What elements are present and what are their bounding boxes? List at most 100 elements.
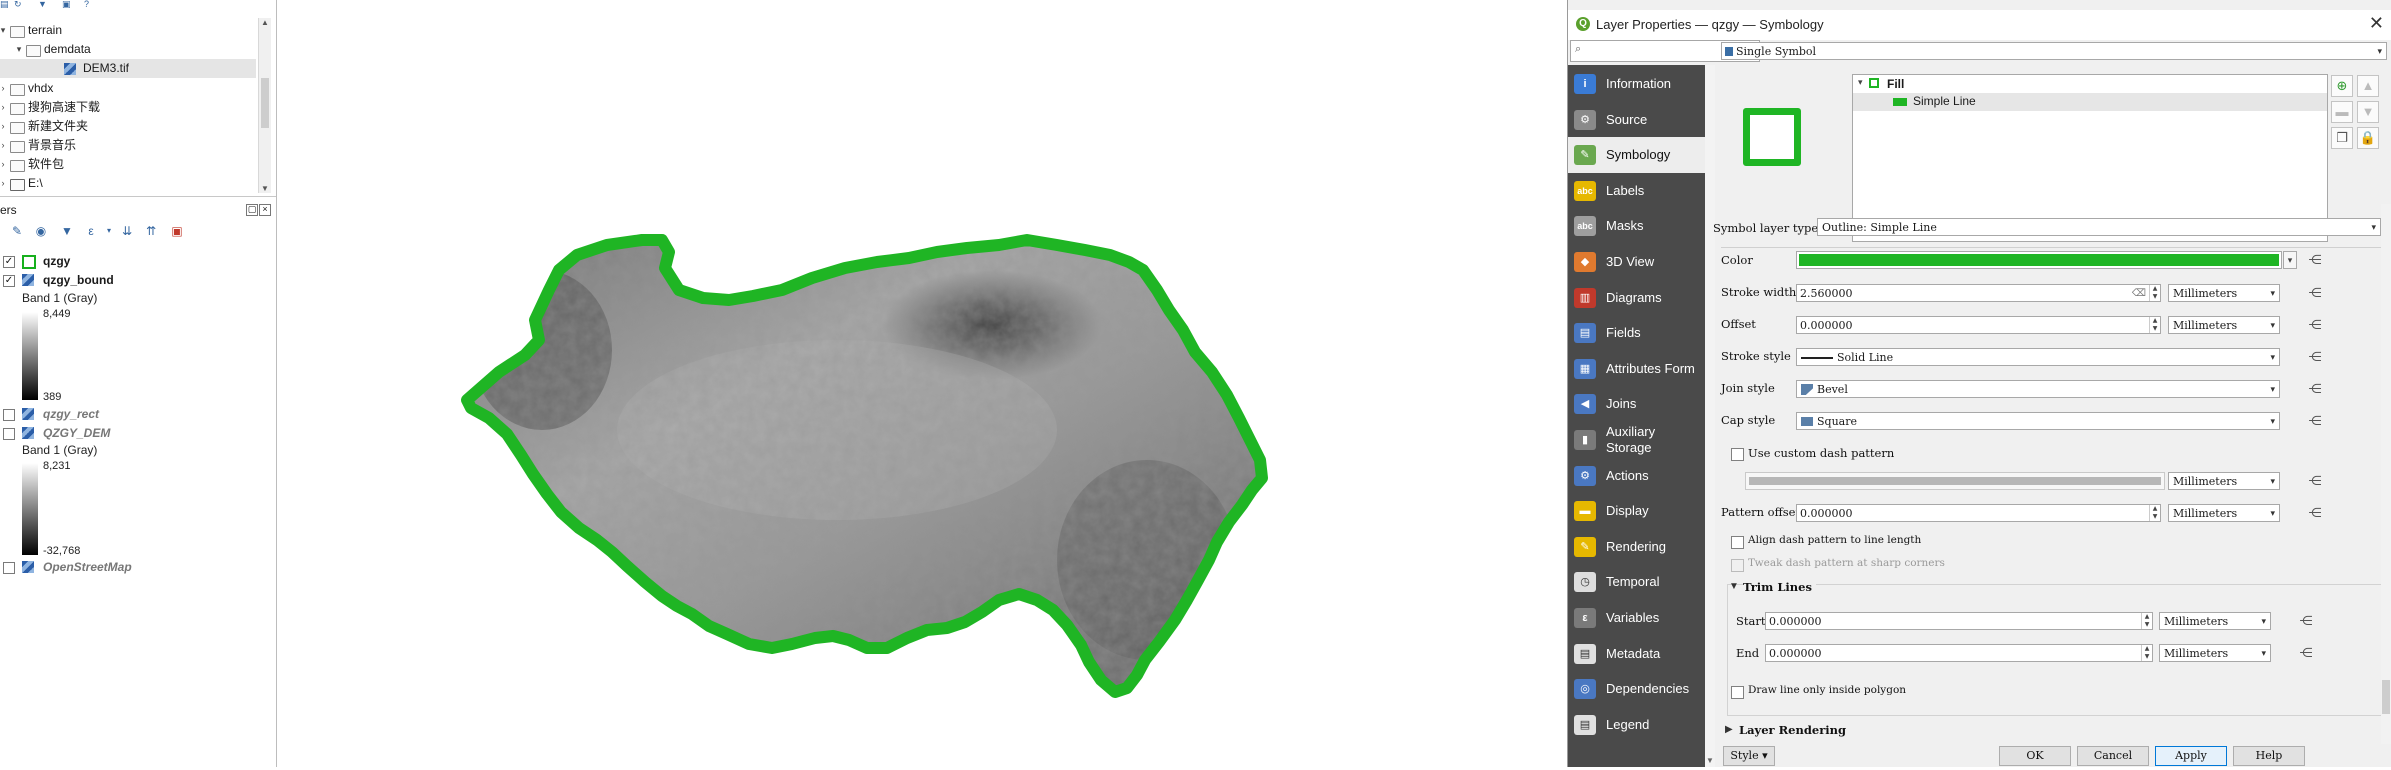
add-symbol-layer-button[interactable]: ⊕	[2331, 75, 2353, 97]
data-defined-override-icon[interactable]: ⋲	[2304, 504, 2326, 522]
chevron-right-icon[interactable]: ›	[0, 136, 8, 155]
data-defined-override-icon[interactable]: ⋲	[2304, 316, 2326, 334]
browser-item[interactable]: › 新建文件夹	[0, 117, 256, 136]
style-manager-icon[interactable]: ✎	[10, 224, 24, 238]
browser-item[interactable]: › vhdx	[0, 79, 256, 98]
pattern-offset-unit-select[interactable]: Millimeters ▾	[2168, 504, 2280, 522]
symbol-layer-type-select[interactable]: Outline: Simple Line ▾	[1817, 218, 2381, 236]
chevron-down-icon[interactable]: ▾	[0, 21, 8, 40]
chevron-right-icon[interactable]: ›	[0, 98, 8, 117]
nav-item-metadata[interactable]: ▤ Metadata	[1568, 636, 1705, 672]
filter-legend-icon[interactable]: ▼	[60, 224, 74, 238]
nav-item-actions[interactable]: ⚙ Actions	[1568, 458, 1705, 494]
nav-item-rendering[interactable]: ✎ Rendering	[1568, 529, 1705, 565]
lock-color-button[interactable]: 🔒	[2357, 127, 2379, 149]
nav-item-3d-view[interactable]: ◆ 3D View	[1568, 244, 1705, 280]
collapse-all-layers-icon[interactable]: ⇈	[144, 224, 158, 238]
offset-input[interactable]: 0.000000 ▲ ▼	[1796, 316, 2161, 334]
draw-inside-checkbox[interactable]	[1731, 686, 1744, 699]
custom-dash-checkbox[interactable]	[1731, 448, 1744, 461]
cap-style-select[interactable]: Square ▾	[1796, 412, 2280, 430]
chevron-right-icon[interactable]: ▶	[1725, 724, 1733, 735]
color-button[interactable]	[1796, 251, 2282, 269]
filter-icon[interactable]: ▼	[38, 0, 48, 9]
nav-item-dependencies[interactable]: ◎ Dependencies	[1568, 671, 1705, 707]
chevron-right-icon[interactable]: ›	[0, 155, 8, 174]
join-style-select[interactable]: Bevel ▾	[1796, 380, 2280, 398]
nav-item-attributes-form[interactable]: ▦ Attributes Form	[1568, 351, 1705, 387]
expand-all-icon[interactable]: ⇊	[120, 224, 134, 238]
nav-item-labels[interactable]: abc Labels	[1568, 173, 1705, 209]
move-down-button[interactable]: ▼	[2357, 101, 2379, 123]
nav-item-auxiliary-storage[interactable]: ▮ Auxiliary Storage	[1568, 422, 1705, 458]
stroke-width-unit-select[interactable]: Millimeters ▾	[2168, 284, 2280, 302]
remove-layer-icon[interactable]: ▣	[170, 224, 184, 238]
dash-pattern-button[interactable]	[1745, 472, 2165, 490]
data-defined-override-icon[interactable]: ⋲	[2304, 472, 2326, 490]
nav-item-joins[interactable]: ◀ Joins	[1568, 386, 1705, 422]
data-defined-override-icon[interactable]: ⋲	[2295, 612, 2317, 630]
layer-visibility-checkbox[interactable]: ✓	[3, 256, 15, 268]
collapse-icon[interactable]: ▤	[0, 0, 10, 9]
duplicate-layer-button[interactable]: ❐	[2331, 127, 2353, 149]
browser-item[interactable]: ▾ terrain	[0, 21, 256, 40]
help-button[interactable]: Help	[2233, 746, 2305, 766]
ok-button[interactable]: OK	[1999, 746, 2071, 766]
stroke-style-select[interactable]: Solid Line ▾	[1796, 348, 2280, 366]
browser-item[interactable]: › E:\	[0, 174, 256, 193]
nav-item-symbology[interactable]: ✎ Symbology	[1568, 137, 1705, 174]
color-dropdown-button[interactable]: ▾	[2283, 251, 2297, 269]
offset-unit-select[interactable]: Millimeters ▾	[2168, 316, 2280, 334]
spin-arrows-icon[interactable]: ▲ ▼	[2149, 505, 2160, 521]
trim-start-unit-select[interactable]: Millimeters ▾	[2159, 612, 2271, 630]
chevron-down-icon[interactable]: ▾	[1858, 77, 1863, 88]
dash-unit-select[interactable]: Millimeters ▾	[2168, 472, 2280, 490]
browser-item[interactable]: ▾ demdata	[0, 40, 256, 59]
nav-item-display[interactable]: ▬ Display	[1568, 493, 1705, 529]
trim-end-unit-select[interactable]: Millimeters ▾	[2159, 644, 2271, 662]
chevron-right-icon[interactable]: ›	[0, 117, 8, 136]
close-icon[interactable]: ✕	[2369, 13, 2384, 34]
add-group-icon[interactable]: ◉	[34, 224, 48, 238]
map-canvas[interactable]	[277, 0, 1567, 767]
style-button[interactable]: Style ▾	[1723, 746, 1775, 766]
chevron-right-icon[interactable]: ›	[0, 174, 8, 193]
browser-item[interactable]: › 软件包	[0, 155, 256, 174]
content-scrollbar[interactable]	[2381, 204, 2391, 744]
spin-arrows-icon[interactable]: ▲ ▼	[2149, 317, 2160, 333]
nav-item-temporal[interactable]: ◷ Temporal	[1568, 564, 1705, 600]
browser-scrollbar[interactable]: ▲ ▼	[258, 18, 271, 193]
collapse-all-icon[interactable]: ▣	[62, 0, 72, 9]
layer-visibility-checkbox[interactable]: ✓	[3, 275, 15, 287]
layer-visibility-checkbox[interactable]	[3, 409, 15, 421]
simple-line-row[interactable]: Simple Line	[1853, 93, 2327, 111]
spin-arrows-icon[interactable]: ▲ ▼	[2141, 645, 2152, 661]
browser-item[interactable]: › 背景音乐	[0, 136, 256, 155]
chevron-right-icon[interactable]: ›	[0, 79, 8, 98]
layer-row-qzgy-bound[interactable]: ✓ qzgy_bound	[0, 271, 270, 289]
chevron-down-icon[interactable]: ▼	[1729, 581, 1739, 592]
renderer-select[interactable]: Single Symbol ▾	[1721, 42, 2387, 60]
float-panel-button[interactable]: ▢	[246, 204, 258, 216]
stroke-width-input[interactable]: 2.560000 ⌫ ▲ ▼	[1796, 284, 2161, 302]
nav-item-legend[interactable]: ▤ Legend	[1568, 707, 1705, 743]
tweak-dash-checkbox[interactable]	[1731, 559, 1744, 572]
trim-start-input[interactable]: 0.000000 ▲ ▼	[1765, 612, 2153, 630]
layer-visibility-checkbox[interactable]	[3, 428, 15, 440]
layer-row-qzgy[interactable]: ✓ qzgy	[0, 252, 270, 270]
align-dash-checkbox[interactable]	[1731, 536, 1744, 549]
layer-visibility-checkbox[interactable]	[3, 562, 15, 574]
nav-item-diagrams[interactable]: ▥ Diagrams	[1568, 280, 1705, 316]
close-panel-button[interactable]: ×	[259, 204, 271, 216]
trim-end-input[interactable]: 0.000000 ▲ ▼	[1765, 644, 2153, 662]
move-up-button[interactable]: ▲	[2357, 75, 2379, 97]
nav-scrollbar[interactable]: ▼	[1705, 65, 1715, 767]
filter-expression-icon[interactable]: ε	[84, 224, 98, 238]
nav-item-fields[interactable]: ▤ Fields	[1568, 315, 1705, 351]
data-defined-override-icon[interactable]: ⋲	[2304, 380, 2326, 398]
chevron-down-icon[interactable]: ▾	[14, 40, 24, 59]
data-defined-override-icon[interactable]: ⋲	[2295, 644, 2317, 662]
cancel-button[interactable]: Cancel	[2077, 746, 2149, 766]
filter-dropdown-icon[interactable]: ▾	[102, 224, 116, 238]
apply-button[interactable]: Apply	[2155, 746, 2227, 766]
